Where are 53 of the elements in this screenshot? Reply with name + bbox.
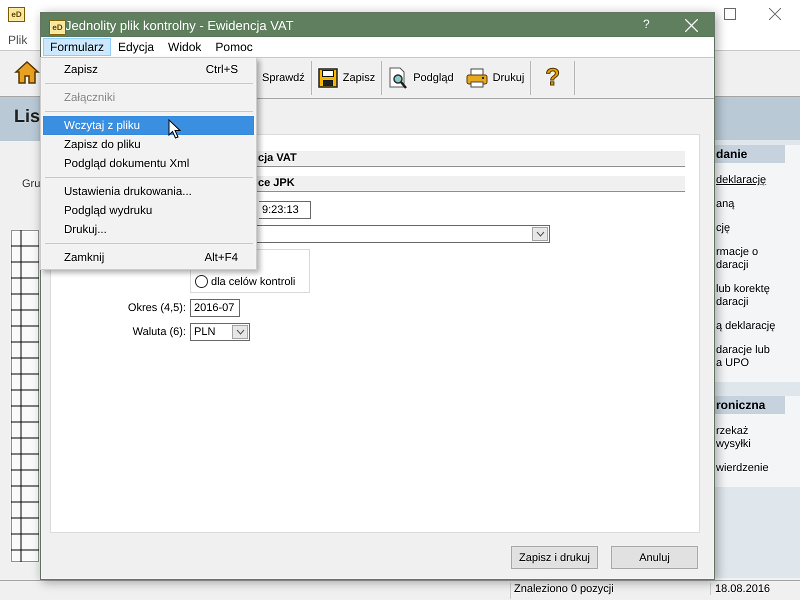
panel-link[interactable]: daracje lub a UPO (715, 344, 800, 370)
menu-item[interactable]: Edycja (111, 38, 162, 56)
section-header: cja VAT (256, 151, 685, 167)
close-icon[interactable] (769, 8, 781, 20)
section-title: roniczna (715, 396, 785, 414)
filter-label: Gru (22, 178, 40, 190)
section-header: ce JPK (256, 176, 685, 192)
field-label: Okres (4,5): (126, 302, 186, 314)
status-date: 18.08.2016 (710, 583, 770, 595)
menu-entry[interactable]: Drukuj... (43, 220, 254, 239)
panel-link[interactable]: cję (715, 222, 800, 235)
period-field[interactable]: 2016-07 (190, 299, 240, 317)
print-button[interactable]: Drukuj (460, 61, 530, 95)
menu-entry[interactable]: Zamknij Alt+F4 (43, 248, 254, 267)
menu-entry[interactable]: Zapisz Ctrl+S (43, 60, 254, 79)
caret-icon (236, 329, 244, 335)
magnifier-document-icon (388, 67, 408, 89)
app-icon: eD (49, 20, 66, 35)
panel-link[interactable]: ą deklarację (715, 320, 800, 333)
panel-link[interactable]: rmacje o daracji (715, 246, 800, 272)
page-heading: Lis (14, 106, 40, 127)
check-button[interactable]: Sprawdź (256, 61, 311, 95)
status-text: Znaleziono 0 pozycji (510, 583, 704, 599)
maximize-icon[interactable] (724, 8, 736, 20)
panel-link[interactable]: deklarację (715, 174, 800, 187)
window-title: Jednolity plik kontrolny - Ewidencja VAT (65, 18, 294, 32)
menu-entry[interactable]: Podgląd wydruku (43, 201, 254, 220)
menu-entry[interactable]: Zapisz do pliku (43, 135, 254, 154)
printer-icon (466, 68, 488, 88)
cursor-icon (168, 119, 181, 139)
radio-option[interactable]: dla celów kontroli (195, 275, 296, 288)
save-button[interactable]: Zapisz (310, 61, 382, 95)
panel-link[interactable]: lub korektę daracji (715, 283, 800, 309)
panel-link[interactable]: aną (715, 198, 800, 211)
currency-dropdown[interactable]: PLN (190, 323, 250, 341)
menu-item[interactable]: Pomoc (208, 38, 260, 56)
help-button[interactable]: ? (643, 17, 650, 31)
panel-link[interactable]: wierdzenie (715, 462, 800, 475)
menu-item[interactable]: Widok (161, 38, 208, 56)
section-title: danie (715, 145, 785, 163)
menu-entry[interactable]: Ustawienia drukowania... (43, 182, 254, 201)
dialog-button[interactable]: Anuluj (611, 546, 698, 569)
menu-item[interactable]: Plik (8, 33, 28, 47)
home-icon[interactable] (14, 59, 40, 85)
caret-icon (536, 231, 544, 237)
panel-link[interactable]: rzekaż wysyłki (715, 425, 800, 451)
dialog-button[interactable]: Zapisz i drukuj (511, 546, 598, 569)
time-field[interactable]: 9:23:13 (259, 201, 311, 219)
preview-button[interactable]: Podgląd (381, 61, 460, 95)
menu-item[interactable]: Formularz (43, 38, 112, 56)
app-icon: eD (8, 7, 25, 22)
field-label: Waluta (6): (132, 326, 186, 338)
menu-entry[interactable]: Podgląd dokumentu Xml (43, 154, 254, 173)
